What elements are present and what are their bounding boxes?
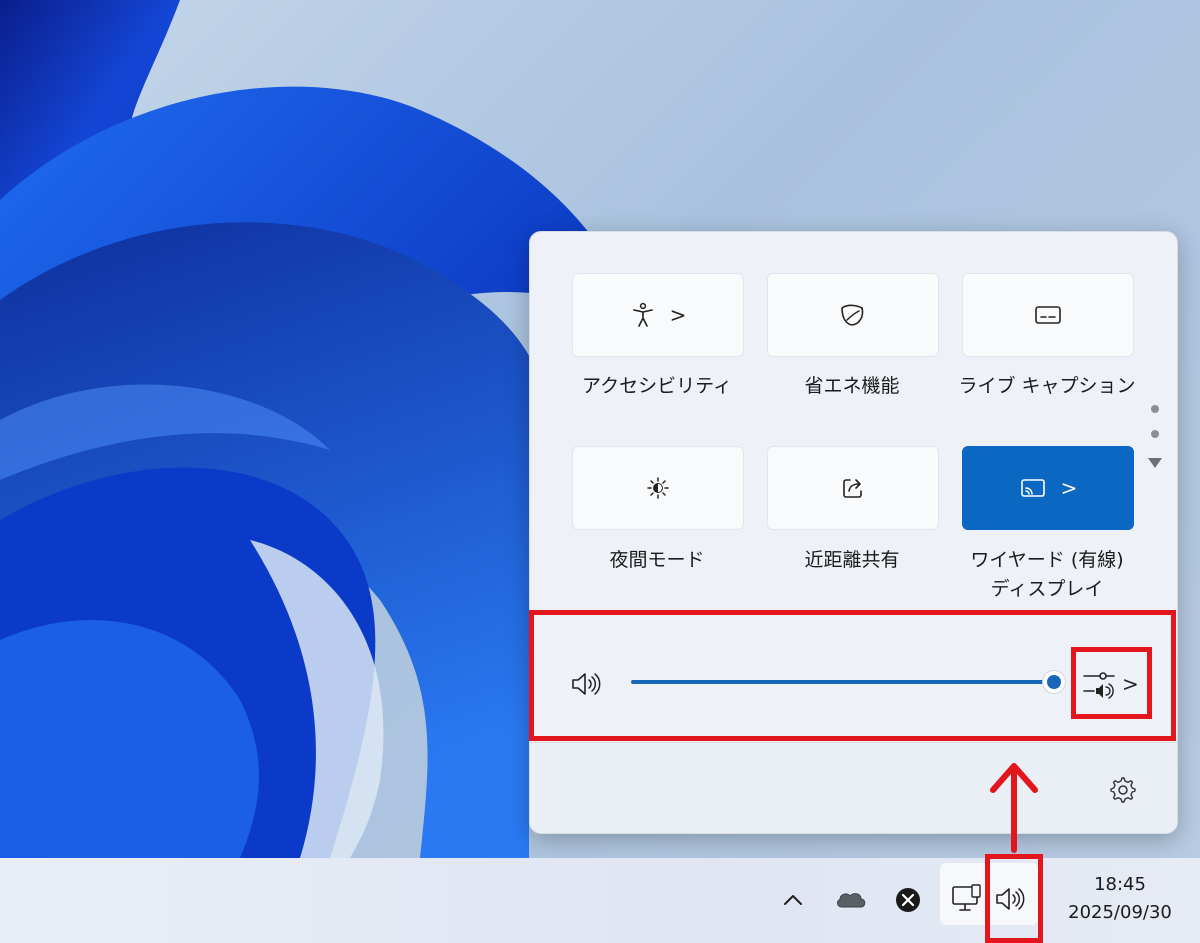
tile-label-cast-display: ワイヤード (有線) (970, 549, 1124, 571)
next-page-arrow-icon[interactable] (1148, 458, 1162, 468)
tile-night-light[interactable] (572, 446, 744, 530)
tile-label-night-light: 夜間モード (609, 549, 705, 571)
tile-label-accessibility: アクセシビリティ (582, 375, 732, 397)
quick-settings-footer (530, 743, 1177, 833)
tile-cast-display[interactable]: > (962, 446, 1134, 530)
night-light-icon (647, 477, 669, 499)
clock-date: 2025/09/30 (1068, 902, 1172, 923)
cast-display-icon (1020, 479, 1045, 497)
taskbar-clock[interactable]: 18:45 2025/09/30 (1050, 872, 1190, 928)
annotation-arrow-up (990, 763, 1038, 853)
clock-time: 18:45 (1094, 874, 1146, 895)
error-x-icon[interactable] (894, 886, 922, 914)
tile-label-cast-display-line2: ディスプレイ (990, 578, 1104, 600)
tile-chevron[interactable]: > (1061, 478, 1078, 498)
tile-label-live-captions: ライブ キャプション (958, 375, 1136, 397)
tile-label-energy-saver: 省エネ機能 (804, 375, 900, 397)
tile-nearby-share[interactable] (767, 446, 939, 530)
tile-energy-saver[interactable] (767, 273, 939, 357)
tile-label-nearby-share: 近距離共有 (804, 549, 900, 571)
accessibility-icon (632, 302, 653, 327)
tile-chevron[interactable]: > (670, 305, 687, 325)
nearby-share-icon (843, 479, 862, 498)
annotation-tray-speaker-highlight (985, 854, 1043, 943)
chevron-up-icon[interactable] (781, 889, 805, 911)
live-captions-icon (1035, 306, 1061, 324)
energy-saver-leaf-icon (841, 304, 864, 326)
page-indicator-dot[interactable] (1151, 405, 1159, 413)
annotation-mixer-highlight (1071, 647, 1152, 719)
network-desktop-icon[interactable] (950, 883, 982, 915)
page-indicator-dot[interactable] (1151, 430, 1159, 438)
onedrive-cloud-icon[interactable] (834, 887, 868, 911)
tile-live-captions[interactable] (962, 273, 1134, 357)
gear-icon[interactable] (1108, 775, 1136, 803)
tile-accessibility[interactable]: > (572, 273, 744, 357)
